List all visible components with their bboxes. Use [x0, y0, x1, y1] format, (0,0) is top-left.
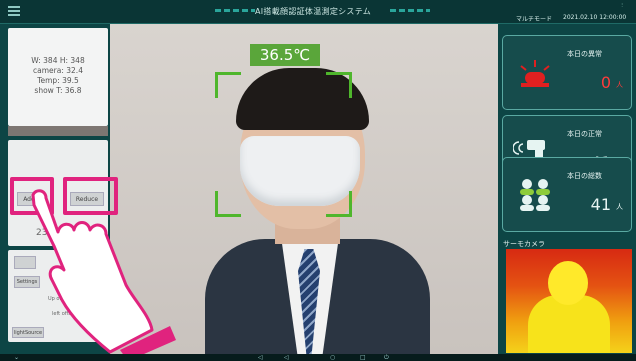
stat-label: 本日の正常 [567, 130, 602, 138]
stat-unit: 人 [616, 203, 623, 211]
stat-card-abnormal: 本日の異常 0 人 [502, 35, 632, 110]
kiosk-screen: AI搭載顔認証体温測定システム ⋮ マルチモード 2021.02.10 12:0… [0, 0, 636, 361]
thermal-head [548, 261, 588, 305]
stat-card-total: 本日の総数 41 人 [502, 157, 632, 232]
stat-count: 0 [600, 73, 611, 92]
home-icon[interactable]: ○ [330, 354, 335, 361]
stat-unit: 人 [616, 81, 623, 89]
recent-apps-icon[interactable]: □ [360, 354, 366, 361]
people-icon [520, 179, 550, 211]
alarm-light-icon [520, 60, 550, 87]
volume-icon[interactable]: ◁ [258, 354, 263, 361]
back-icon[interactable]: ◁ [284, 354, 289, 361]
bottom-bar: ⌄ ◁ ◁ ○ □ ⏻ [0, 354, 636, 361]
thermal-camera-view [506, 249, 632, 353]
thermal-camera-label: サーモカメラ [503, 240, 545, 248]
power-icon[interactable]: ⏻ [384, 354, 389, 361]
stat-count: 41 [590, 195, 611, 214]
stat-label: 本日の総数 [567, 172, 602, 180]
stat-label: 本日の異常 [567, 50, 602, 58]
chevron-down-icon[interactable]: ⌄ [14, 354, 19, 361]
